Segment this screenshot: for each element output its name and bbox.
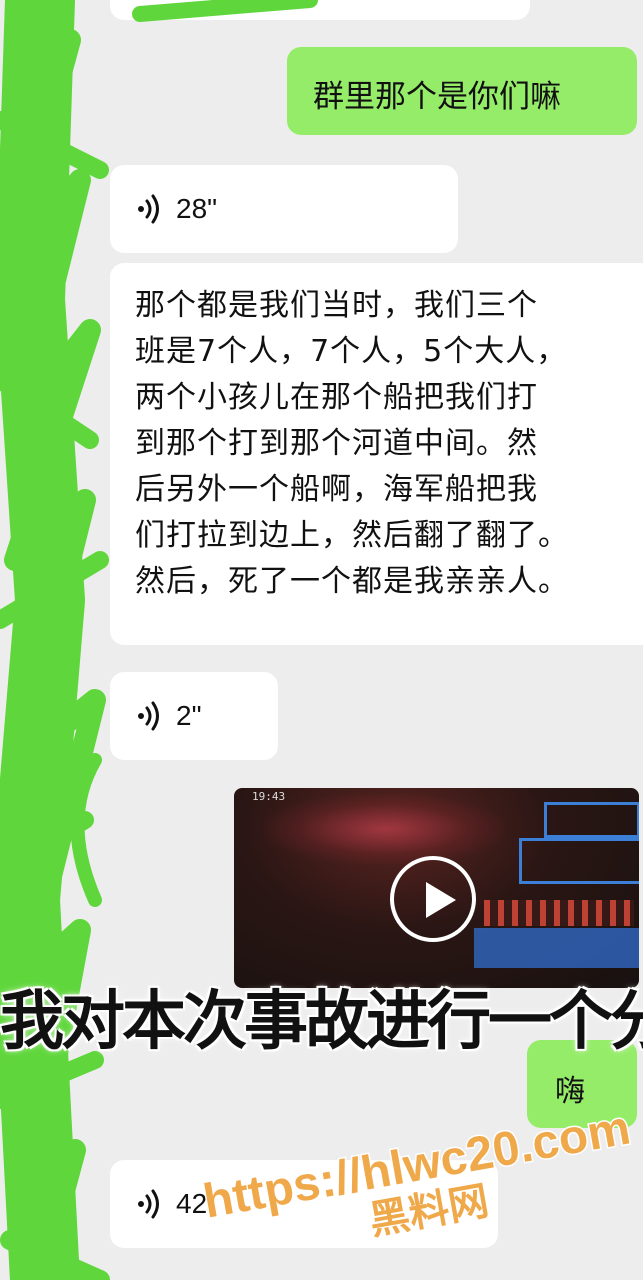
video-subtitle-caption: 我对本次事故进行一个分 <box>0 985 643 1059</box>
redaction-scribble <box>0 0 318 1280</box>
